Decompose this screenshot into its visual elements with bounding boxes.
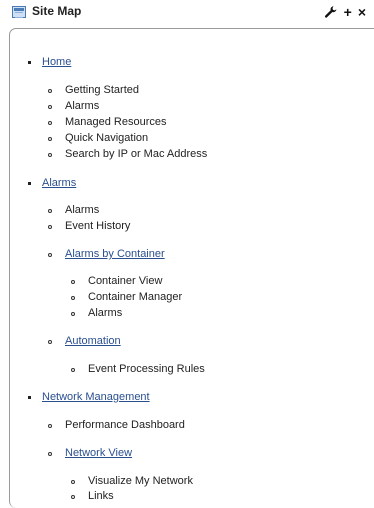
bullet	[71, 312, 75, 316]
nav-item-container-manager[interactable]: Container Manager	[88, 290, 182, 304]
nav-item-alarms[interactable]: Alarms	[65, 203, 99, 217]
network-management-link[interactable]: Network Management	[42, 390, 150, 404]
bullet	[48, 121, 52, 125]
nav-item-visualize-my-network[interactable]: Visualize My Network	[88, 474, 193, 488]
bullet	[71, 296, 75, 300]
nav-item-event-history[interactable]: Event History	[65, 219, 130, 233]
nav-item-container-view[interactable]: Container View	[88, 274, 162, 288]
bullet	[48, 225, 52, 229]
nav-item-search-ip-mac[interactable]: Search by IP or Mac Address	[65, 147, 207, 161]
bullet	[28, 182, 31, 185]
bullet	[48, 209, 52, 213]
alarms-link[interactable]: Alarms	[42, 176, 76, 190]
home-link[interactable]: Home	[42, 55, 71, 69]
network-view-link[interactable]: Network View	[65, 446, 132, 460]
bullet	[48, 137, 52, 141]
bullet	[28, 396, 31, 399]
nav-item-performance-dashboard[interactable]: Performance Dashboard	[65, 418, 185, 432]
nav-item-links[interactable]: Links	[88, 489, 114, 503]
bullet	[28, 61, 31, 64]
nav-item-quick-navigation[interactable]: Quick Navigation	[65, 131, 148, 145]
bullet	[48, 105, 52, 109]
bullet	[48, 253, 52, 257]
automation-link[interactable]: Automation	[65, 334, 121, 348]
alarms-by-container-link[interactable]: Alarms by Container	[65, 247, 165, 261]
nav-item-managed-resources[interactable]: Managed Resources	[65, 115, 167, 129]
sitemap-tree: Home Getting Started Alarms Managed Reso…	[0, 0, 374, 504]
bullet	[71, 480, 75, 484]
nav-item-event-processing-rules[interactable]: Event Processing Rules	[88, 362, 205, 376]
bullet	[71, 280, 75, 284]
bullet	[48, 340, 52, 344]
bullet	[48, 452, 52, 456]
nav-item-container-alarms[interactable]: Alarms	[88, 306, 122, 320]
nav-item-alarms[interactable]: Alarms	[65, 99, 99, 113]
bullet	[48, 424, 52, 428]
bullet	[71, 368, 75, 372]
bullet	[48, 153, 52, 157]
bullet	[71, 495, 75, 499]
bullet	[48, 89, 52, 93]
nav-item-getting-started[interactable]: Getting Started	[65, 83, 139, 97]
